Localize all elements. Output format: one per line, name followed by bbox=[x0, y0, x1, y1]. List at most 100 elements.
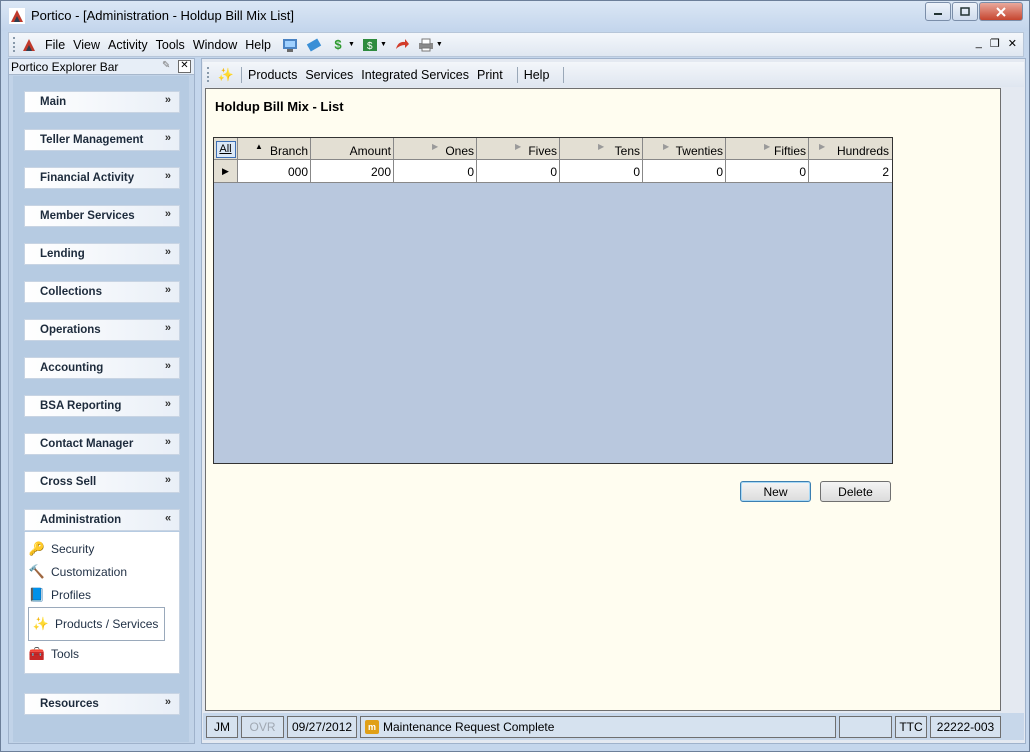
tools-icon: 🧰 bbox=[28, 646, 46, 661]
dropdown-arrow-icon[interactable]: ▼ bbox=[348, 41, 355, 48]
admin-item-products-services[interactable]: ✨ Products / Services bbox=[28, 607, 165, 641]
column-header-fifties[interactable]: ▶ Fifties bbox=[726, 138, 809, 160]
group-label: Lending bbox=[40, 248, 85, 260]
delete-button[interactable]: Delete bbox=[820, 481, 891, 502]
column-header-amount[interactable]: Amount bbox=[311, 138, 394, 160]
group-operations[interactable]: Operations » bbox=[24, 319, 180, 341]
new-button[interactable]: New bbox=[740, 481, 811, 502]
group-label: Resources bbox=[40, 698, 99, 710]
mdi-restore-button[interactable]: ❐ bbox=[990, 37, 1000, 50]
dropdown-arrow-icon[interactable]: ▼ bbox=[436, 41, 443, 48]
status-ttc: TTC bbox=[895, 715, 927, 738]
admin-item-label: Tools bbox=[51, 647, 80, 661]
select-all-button[interactable]: All bbox=[215, 140, 236, 158]
cell-amount[interactable]: 200 bbox=[311, 160, 394, 182]
status-user: JM bbox=[206, 715, 238, 738]
status-branch-code: 22222-003 bbox=[930, 715, 1001, 738]
window-title: Portico - [Administration - Holdup Bill … bbox=[31, 8, 294, 23]
toolbar-grip[interactable] bbox=[207, 67, 211, 82]
close-button[interactable] bbox=[979, 2, 1023, 21]
dropdown-arrow-icon[interactable]: ▼ bbox=[380, 41, 387, 48]
column-label: Fifties bbox=[773, 144, 806, 158]
column-header-ones[interactable]: ▶ Ones bbox=[394, 138, 477, 160]
chevron-down-icon: » bbox=[164, 132, 171, 144]
chevron-down-icon: » bbox=[164, 474, 171, 486]
products-services-icon[interactable]: ✨ bbox=[217, 66, 235, 84]
group-lending[interactable]: Lending » bbox=[24, 243, 180, 265]
column-header-tens[interactable]: ▶ Tens bbox=[560, 138, 643, 160]
profiles-icon: 📘 bbox=[28, 587, 46, 602]
minimize-button[interactable] bbox=[925, 2, 951, 21]
maximize-button[interactable] bbox=[952, 2, 978, 21]
cash-drawer-icon[interactable]: $ bbox=[361, 36, 379, 54]
admin-item-label: Customization bbox=[51, 565, 128, 579]
row-selector-icon[interactable]: ▶ bbox=[214, 160, 238, 182]
pin-icon[interactable]: ✎ bbox=[162, 60, 175, 73]
dollar-icon[interactable]: $ bbox=[329, 36, 347, 54]
group-label: Operations bbox=[40, 324, 101, 336]
group-label: Accounting bbox=[40, 362, 104, 374]
admin-item-tools[interactable]: 🧰 Tools bbox=[25, 643, 161, 665]
sort-indicator-icon: ▶ bbox=[432, 142, 439, 151]
toolbar-integrated-services[interactable]: Integrated Services bbox=[361, 68, 469, 82]
group-bsa-reporting[interactable]: BSA Reporting » bbox=[24, 395, 180, 417]
mdi-minimize-button[interactable]: _ bbox=[976, 37, 982, 50]
group-cross-sell[interactable]: Cross Sell » bbox=[24, 471, 180, 493]
toolbar-products[interactable]: Products bbox=[248, 68, 297, 82]
menu-activity[interactable]: Activity bbox=[108, 38, 148, 52]
group-financial-activity[interactable]: Financial Activity » bbox=[24, 167, 180, 189]
cell-ones[interactable]: 0 bbox=[394, 160, 477, 182]
group-resources[interactable]: Resources » bbox=[24, 693, 180, 715]
network-icon[interactable] bbox=[281, 36, 299, 54]
printer-icon[interactable] bbox=[417, 36, 435, 54]
group-contact-manager[interactable]: Contact Manager » bbox=[24, 433, 180, 455]
menu-help[interactable]: Help bbox=[245, 38, 271, 52]
toolbar-print[interactable]: Print bbox=[477, 68, 503, 82]
group-main[interactable]: Main » bbox=[24, 91, 180, 113]
products-services-icon: ✨ bbox=[32, 616, 50, 631]
status-bar: JM OVR 09/27/2012 m Maintenance Request … bbox=[203, 713, 1024, 740]
column-label: Amount bbox=[349, 144, 391, 158]
menu-view[interactable]: View bbox=[73, 38, 100, 52]
admin-item-profiles[interactable]: 📘 Profiles bbox=[25, 584, 161, 606]
group-teller-management[interactable]: Teller Management » bbox=[24, 129, 180, 151]
cell-hundreds[interactable]: 2 bbox=[809, 160, 891, 182]
explorer-panel: Main » Teller Management » Financial Act… bbox=[13, 76, 189, 742]
admin-item-label: Profiles bbox=[51, 588, 92, 602]
column-header-hundreds[interactable]: ▶ Hundreds bbox=[809, 138, 891, 160]
column-header-branch[interactable]: ▲ Branch bbox=[238, 138, 311, 160]
group-collections[interactable]: Collections » bbox=[24, 281, 180, 303]
mdi-close-button[interactable]: ✕ bbox=[1008, 37, 1017, 50]
chevron-down-icon: » bbox=[164, 398, 171, 410]
group-administration[interactable]: Administration » bbox=[24, 509, 180, 531]
toolbar-services[interactable]: Services bbox=[305, 68, 353, 82]
explorer-close-button[interactable]: ✕ bbox=[178, 60, 191, 73]
cell-twenties[interactable]: 0 bbox=[643, 160, 726, 182]
maintenance-icon: m bbox=[365, 719, 379, 734]
chevron-down-icon: » bbox=[164, 284, 171, 296]
table-row[interactable]: ▶ 000 200 0 0 0 0 0 2 bbox=[214, 160, 892, 183]
cell-fifties[interactable]: 0 bbox=[726, 160, 809, 182]
sort-indicator-icon: ▶ bbox=[663, 142, 670, 151]
column-header-twenties[interactable]: ▶ Twenties bbox=[643, 138, 726, 160]
menu-tools[interactable]: Tools bbox=[156, 38, 185, 52]
toolbar-help[interactable]: Help bbox=[524, 68, 550, 82]
group-label: Member Services bbox=[40, 210, 135, 222]
group-accounting[interactable]: Accounting » bbox=[24, 357, 180, 379]
status-message-panel: m Maintenance Request Complete bbox=[360, 715, 836, 738]
column-header-fives[interactable]: ▶ Fives bbox=[477, 138, 560, 160]
admin-item-label: Security bbox=[51, 542, 95, 556]
admin-item-customization[interactable]: 🔨 Customization bbox=[25, 561, 161, 583]
group-member-services[interactable]: Member Services » bbox=[24, 205, 180, 227]
cell-tens[interactable]: 0 bbox=[560, 160, 643, 182]
forward-arrow-icon[interactable] bbox=[393, 36, 411, 54]
cell-fives[interactable]: 0 bbox=[477, 160, 560, 182]
menu-window[interactable]: Window bbox=[193, 38, 237, 52]
group-label: Main bbox=[40, 96, 67, 108]
cell-branch[interactable]: 000 bbox=[238, 160, 311, 182]
card-icon[interactable] bbox=[305, 36, 323, 54]
menu-file[interactable]: File bbox=[45, 38, 65, 52]
admin-item-security[interactable]: 🔑 Security bbox=[25, 538, 161, 560]
column-label: Branch bbox=[269, 144, 308, 158]
toolbar-grip[interactable] bbox=[13, 37, 17, 52]
